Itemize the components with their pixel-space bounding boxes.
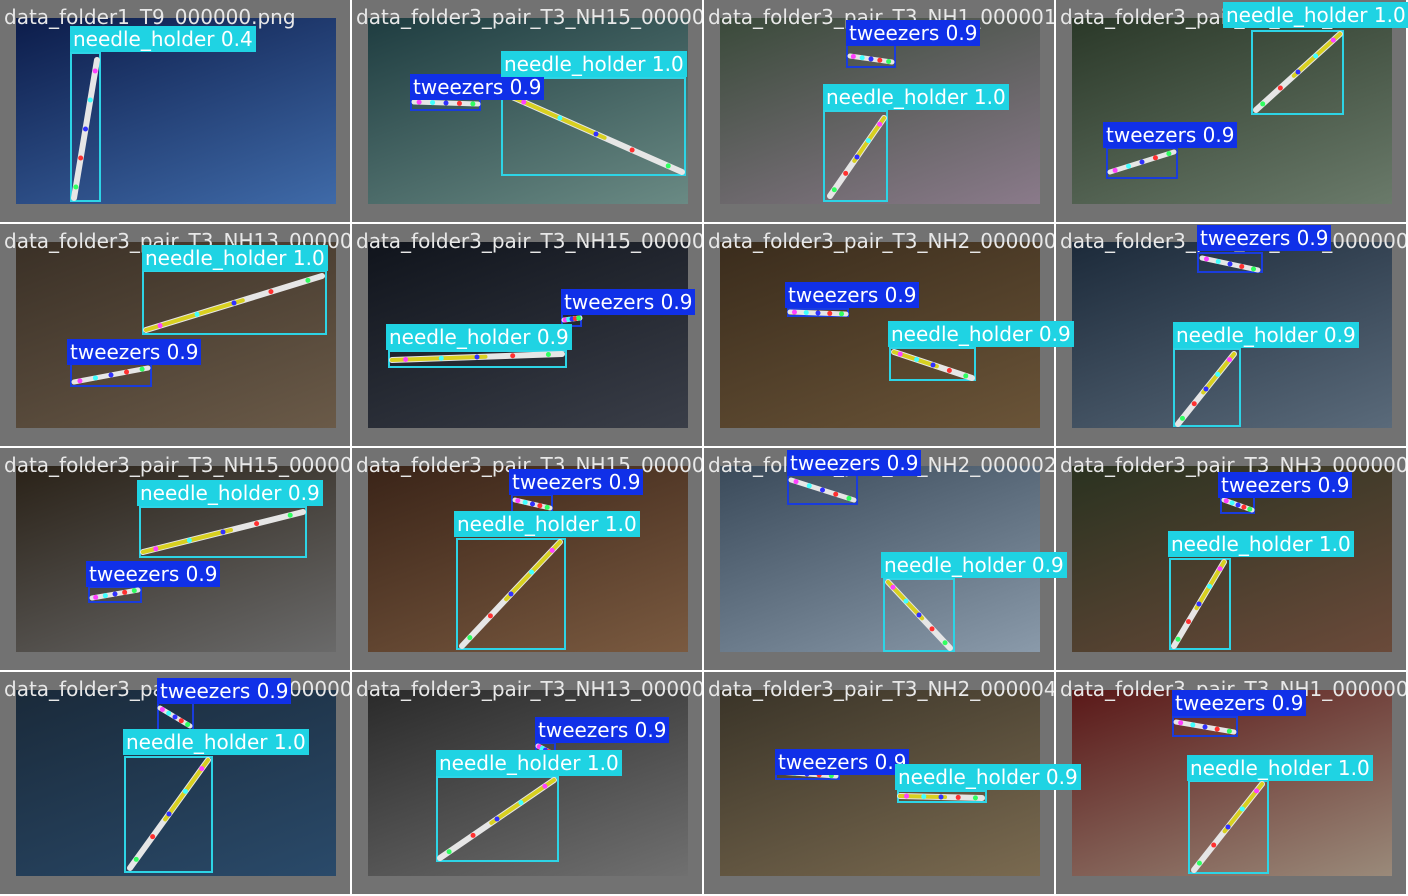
- scene-image: [720, 18, 1040, 204]
- image-filename: data_folder3_pair_T3_NH15_000002.png: [356, 5, 704, 29]
- mosaic-tile: data_folder3_pair_T3_NH3_000000.png: [1056, 448, 1408, 672]
- image-filename: data_folder3_pair_T3_NH2_000000.png: [708, 229, 1056, 253]
- mosaic-tile: data_folder3_pair_T3_NH13_000003.png: [352, 672, 704, 896]
- scene-image: [16, 466, 336, 652]
- mosaic-tile: data_folder3_pair_T3_NH15_000005.png: [352, 224, 704, 448]
- image-filename: data_folder3_pair_T3_NH15_000005.png: [356, 229, 704, 253]
- scene-image: [720, 242, 1040, 428]
- image-filename: data_folder3_pair_T3_NH2_000000.png: [1060, 229, 1408, 253]
- scene-image: [1072, 18, 1392, 204]
- mosaic-tile: data_folder3_pair_T3_NH1_000000.png: [1056, 672, 1408, 896]
- mosaic-tile: data_folder3_pair_T3_NH15_000002.png: [352, 0, 704, 224]
- mosaic-tile: data_folder3_pair_T3_NH2_000000.png: [1056, 224, 1408, 448]
- image-filename: data_folder3_pair_T3_NH2_000004.png: [708, 677, 1056, 701]
- mosaic-tile: data_folder3_pair_T3_NH2_000004.png: [704, 672, 1056, 896]
- scene-image: [720, 466, 1040, 652]
- scene-image: [16, 690, 336, 876]
- scene-image: [368, 466, 688, 652]
- image-filename: data_folder3_pair_T3_NH1_000001.png: [708, 5, 1056, 29]
- scene-image: [720, 690, 1040, 876]
- scene-image: [1072, 242, 1392, 428]
- mosaic-tile: data_folder3_pair_T3_NH4_000000.png: [1056, 0, 1408, 224]
- scene-image: [16, 18, 336, 204]
- image-filename: data_folder3_pair_T3_NH1_000000.png: [1060, 677, 1408, 701]
- mosaic-tile: data_folder3_pair_T3_NH2_000000.png: [704, 224, 1056, 448]
- image-filename: data_folder3_pair_T3_NH15_000001.png: [4, 677, 352, 701]
- image-filename: data_folder3_pair_T3_NH15_000006.png: [356, 453, 704, 477]
- scene-image: [1072, 690, 1392, 876]
- scene-image: [1072, 466, 1392, 652]
- mosaic-tile: data_folder1_T9_000000.png: [0, 0, 352, 224]
- scene-image: [368, 18, 688, 204]
- image-filename: data_folder3_pair_T3_NH13_000003.png: [356, 677, 704, 701]
- mosaic-tile: data_folder3_pair_T3_NH13_000004.png: [0, 224, 352, 448]
- mosaic-tile: data_folder3_pair_T3_NH1_000001.png: [704, 0, 1056, 224]
- mosaic-tile: data_folder3_pair_T3_NH15_000006.png: [352, 448, 704, 672]
- scene-image: [16, 242, 336, 428]
- scene-image: [368, 242, 688, 428]
- mosaic-tile: data_folder3_pair_T3_NH2_000002.png: [704, 448, 1056, 672]
- image-filename: data_folder3_pair_T3_NH3_000000.png: [1060, 453, 1408, 477]
- image-filename: data_folder3_pair_T3_NH2_000002.png: [708, 453, 1056, 477]
- image-filename: data_folder3_pair_T3_NH15_000008.png: [4, 453, 352, 477]
- mosaic-tile: data_folder3_pair_T3_NH15_000001.png: [0, 672, 352, 896]
- image-filename: data_folder3_pair_T3_NH4_000000.png: [1060, 5, 1408, 29]
- detection-grid: data_folder1_T9_000000.png data_folder3_p…: [0, 0, 1408, 896]
- image-filename: data_folder3_pair_T3_NH13_000004.png: [4, 229, 352, 253]
- image-filename: data_folder1_T9_000000.png: [4, 5, 296, 29]
- mosaic-tile: data_folder3_pair_T3_NH15_000008.png: [0, 448, 352, 672]
- scene-image: [368, 690, 688, 876]
